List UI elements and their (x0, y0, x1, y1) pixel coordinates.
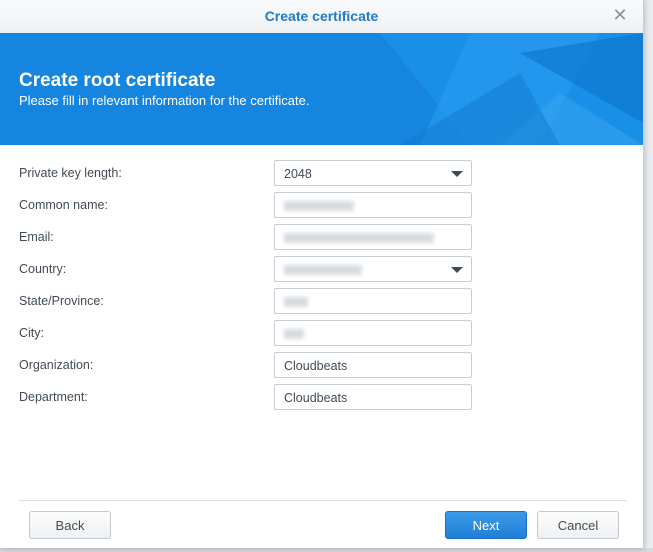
organization-value: Cloudbeats (284, 359, 348, 373)
chevron-down-icon[interactable] (451, 171, 463, 177)
row-country: Country: (0, 256, 643, 284)
row-private-key-length: Private key length: 2048 (0, 160, 643, 188)
row-email: Email: (0, 224, 643, 252)
next-button[interactable]: Next (445, 511, 527, 539)
banner-subtitle: Please fill in relevant information for … (19, 93, 310, 108)
email-label: Email: (19, 230, 54, 244)
common-name-label: Common name: (19, 198, 108, 212)
state-province-label: State/Province: (19, 294, 104, 308)
organization-label: Organization: (19, 358, 94, 372)
row-city: City: (0, 320, 643, 348)
header-banner: Create root certificate Please fill in r… (0, 33, 643, 145)
common-name-input[interactable] (274, 192, 472, 218)
row-department: Department: Cloudbeats (0, 384, 643, 412)
redacted-text (284, 201, 354, 211)
organization-input[interactable]: Cloudbeats (274, 352, 472, 378)
banner-title: Create root certificate (19, 70, 216, 91)
row-state-province: State/Province: (0, 288, 643, 316)
create-certificate-dialog: Create certificate ✕ Create root certifi… (0, 0, 644, 548)
dialog-title: Create certificate (264, 8, 379, 24)
private-key-length-label: Private key length: (19, 166, 122, 180)
row-organization: Organization: Cloudbeats (0, 352, 643, 380)
background-window (0, 548, 653, 552)
title-bar: Create certificate ✕ (0, 0, 643, 34)
redacted-text (284, 297, 308, 307)
row-common-name: Common name: (0, 192, 643, 220)
private-key-length-select[interactable]: 2048 (274, 160, 472, 186)
email-input[interactable] (274, 224, 472, 250)
state-province-input[interactable] (274, 288, 472, 314)
department-input[interactable]: Cloudbeats (274, 384, 472, 410)
chevron-down-icon[interactable] (451, 267, 463, 273)
department-label: Department: (19, 390, 88, 404)
footer-divider (19, 500, 627, 501)
department-value: Cloudbeats (284, 391, 348, 405)
back-button[interactable]: Back (29, 511, 111, 539)
country-label: Country: (19, 262, 67, 276)
redacted-text (284, 265, 362, 275)
city-label: City: (19, 326, 44, 340)
cancel-button[interactable]: Cancel (537, 511, 619, 539)
city-input[interactable] (274, 320, 472, 346)
country-select[interactable] (274, 256, 472, 282)
close-icon[interactable]: ✕ (611, 6, 629, 24)
private-key-length-value: 2048 (284, 167, 312, 181)
redacted-text (284, 329, 304, 339)
redacted-text (284, 233, 434, 243)
